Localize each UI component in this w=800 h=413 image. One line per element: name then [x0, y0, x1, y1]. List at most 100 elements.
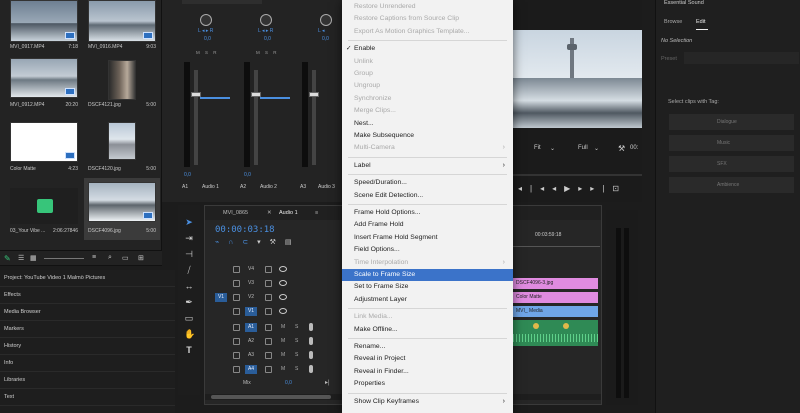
list-view-icon[interactable]: ☰: [18, 254, 24, 262]
chevron-down-icon[interactable]: ⌄: [594, 145, 599, 152]
toggle-sync-lock-icon[interactable]: [233, 294, 240, 301]
menu-icon[interactable]: ≡: [315, 210, 318, 216]
menu-item-nest[interactable]: Nest...: [342, 118, 513, 130]
play-icon[interactable]: ▶: [564, 184, 578, 193]
ripple-edit-icon[interactable]: ⊣: [184, 249, 194, 259]
bin-thumb-3[interactable]: [108, 60, 136, 100]
sort-icon[interactable]: ≡: [92, 254, 96, 261]
clip-color-matte[interactable]: Color Matte: [513, 292, 598, 303]
menu-item-reveal-in-project[interactable]: Reveal in Project: [342, 353, 513, 365]
eye-icon[interactable]: [279, 294, 287, 300]
new-item-icon[interactable]: ⊞: [138, 254, 144, 262]
toggle-output-icon[interactable]: [265, 352, 272, 359]
menu-item-scene-edit-detection[interactable]: Scene Edit Detection...: [342, 190, 513, 202]
tab-browse[interactable]: Browse: [664, 19, 682, 25]
rectangle-icon[interactable]: ▭: [184, 313, 194, 323]
panel-text[interactable]: Text: [0, 389, 175, 406]
tab-sequence-1[interactable]: MVI_0865: [223, 210, 248, 216]
bin-thumb-0[interactable]: [10, 0, 78, 42]
slip-icon[interactable]: ↔: [184, 281, 194, 291]
clip-mvi-media[interactable]: MVI_ Media: [513, 306, 598, 317]
panel-markers[interactable]: Markers: [0, 321, 175, 338]
mark-in-icon[interactable]: |◂: [530, 184, 552, 193]
selection-tool-icon[interactable]: ➤: [184, 217, 194, 227]
menu-item-label[interactable]: Label ›: [342, 160, 513, 172]
keyframe-icon[interactable]: [533, 323, 539, 329]
eye-icon[interactable]: [279, 280, 287, 286]
menu-item-make-offline[interactable]: Make Offline...: [342, 324, 513, 336]
menu-item-frame-hold-options[interactable]: Frame Hold Options...: [342, 207, 513, 219]
bin-thumb-2[interactable]: [10, 58, 78, 98]
keyframe-icon[interactable]: [563, 323, 569, 329]
pan-knob-a3[interactable]: [320, 14, 332, 26]
export-frame-icon[interactable]: ⊡: [612, 184, 627, 193]
tab-edit[interactable]: Edit: [696, 19, 705, 25]
menu-item-adjustment-layer[interactable]: Adjustment Layer: [342, 294, 513, 306]
wrench-icon[interactable]: ⚒: [618, 144, 625, 153]
menu-item-speed-duration[interactable]: Speed/Duration...: [342, 177, 513, 189]
panel-libraries[interactable]: Libraries: [0, 372, 175, 389]
toggle-output-icon[interactable]: [265, 266, 272, 273]
step-back-icon[interactable]: ◂: [518, 184, 530, 193]
toggle-output-icon[interactable]: [265, 308, 272, 315]
playhead-timecode[interactable]: 00:00:03:18: [215, 225, 275, 235]
wrench-icon[interactable]: ⚒: [270, 239, 285, 246]
toggle-sync-lock-icon[interactable]: [233, 366, 240, 373]
magnet-icon[interactable]: ∩: [228, 239, 242, 246]
linked-icon[interactable]: ⊂: [242, 239, 257, 246]
tab-sequence-2[interactable]: Audio 1: [279, 210, 298, 216]
microphone-icon[interactable]: [309, 351, 313, 359]
fader-a3[interactable]: [309, 92, 319, 97]
toggle-output-icon[interactable]: [265, 338, 272, 345]
menu-item-set-to-frame-size[interactable]: Set to Frame Size: [342, 281, 513, 293]
dialogue-button[interactable]: Dialogue: [669, 114, 794, 130]
toggle-sync-lock-icon[interactable]: [233, 266, 240, 273]
toggle-sync-lock-icon[interactable]: [233, 324, 240, 331]
microphone-icon[interactable]: [309, 337, 313, 345]
music-button[interactable]: Music: [669, 135, 794, 151]
hand-icon[interactable]: ✋: [184, 329, 195, 339]
menu-item-reveal-in-finder[interactable]: Reveal in Finder...: [342, 366, 513, 378]
type-tool-icon[interactable]: T: [184, 345, 194, 355]
grid-view-icon[interactable]: ▦: [30, 254, 37, 262]
track-select-icon[interactable]: ⇥: [184, 233, 194, 243]
menu-item-rename[interactable]: Rename...: [342, 341, 513, 353]
audio-clip-a1[interactable]: [513, 320, 598, 346]
zoom-slider[interactable]: [44, 258, 84, 259]
mark-out-icon[interactable]: ▸|: [590, 184, 612, 193]
mix-end-icon[interactable]: ▸|: [325, 379, 330, 386]
toggle-output-icon[interactable]: [265, 324, 272, 331]
razor-icon[interactable]: ⧸: [184, 265, 194, 275]
clip-dscf4096-3[interactable]: DSCF4096-3.jpg: [513, 278, 598, 289]
panel-history[interactable]: History: [0, 338, 175, 355]
snap-icon[interactable]: ⌁: [215, 239, 228, 246]
chevron-down-icon[interactable]: ⌄: [550, 145, 555, 152]
menu-item-field-options[interactable]: Field Options...: [342, 244, 513, 256]
toggle-output-icon[interactable]: [265, 280, 272, 287]
bin-thumb-5[interactable]: [108, 122, 136, 160]
menu-item-show-clip-keyframes[interactable]: Show Clip Keyframes ›: [342, 396, 513, 408]
marker-icon[interactable]: ▾: [257, 239, 270, 246]
search-icon[interactable]: ⌕: [108, 254, 112, 262]
pan-knob-a2[interactable]: [260, 14, 272, 26]
panel-project[interactable]: Project: YouTube Video 1 Malmö Pictures: [0, 270, 175, 287]
menu-item-properties[interactable]: Properties: [342, 378, 513, 390]
microphone-icon[interactable]: [309, 365, 313, 373]
toggle-output-icon[interactable]: [265, 294, 272, 301]
pencil-icon[interactable]: ✎: [4, 254, 11, 263]
panel-info[interactable]: Info: [0, 355, 175, 372]
menu-item-insert-frame-hold-segment[interactable]: Insert Frame Hold Segment: [342, 232, 513, 244]
panel-media-browser[interactable]: Media Browser: [0, 304, 175, 321]
forward-icon[interactable]: ▸: [578, 184, 590, 193]
menu-item-add-frame-hold[interactable]: Add Frame Hold: [342, 219, 513, 231]
pan-knob-a1[interactable]: [200, 14, 212, 26]
rewind-icon[interactable]: ◂: [552, 184, 564, 193]
new-bin-icon[interactable]: ▭: [122, 254, 129, 262]
eye-icon[interactable]: [279, 266, 287, 272]
bin-thumb-audio[interactable]: [10, 188, 78, 224]
microphone-icon[interactable]: [309, 323, 313, 331]
bin-thumb-4[interactable]: [10, 122, 78, 162]
captions-icon[interactable]: ▤: [285, 239, 301, 246]
menu-item-enable[interactable]: ✓ Enable: [342, 43, 513, 55]
toggle-output-icon[interactable]: [265, 366, 272, 373]
